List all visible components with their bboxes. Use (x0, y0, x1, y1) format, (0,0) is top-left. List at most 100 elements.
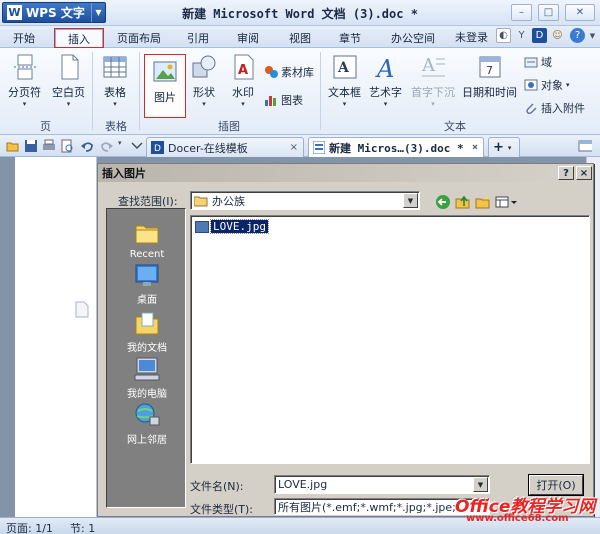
insert-attachment-label: 插入附件 (541, 102, 585, 115)
document-page[interactable] (15, 157, 97, 517)
place-my-documents[interactable]: 我的文档 (107, 309, 187, 354)
user-icon[interactable]: ◐ (496, 28, 511, 43)
app-menu-button[interactable]: W WPS 文字 ▼ (2, 2, 106, 23)
new-folder-icon (475, 195, 490, 209)
new-folder-button[interactable] (474, 193, 492, 211)
chart-label: 图表 (281, 94, 303, 107)
object-button[interactable]: 对象 ▾ (524, 77, 570, 93)
text-cursor-icon (75, 301, 89, 318)
close-button[interactable]: ✕ (565, 4, 595, 21)
table-button[interactable]: 表格 ▾ (101, 53, 129, 108)
places-bar: Recent 桌面 我的文档 我的电脑 网上邻居 (106, 208, 186, 508)
tab-label: Docer-在线模板 (168, 141, 248, 155)
recent-folder-icon (135, 225, 159, 244)
chart-button[interactable]: 图表 (264, 92, 303, 108)
dialog-help-button[interactable]: ? (558, 166, 574, 180)
word-art-button[interactable]: A 艺术字 ▾ (369, 53, 402, 108)
insert-attachment-button[interactable]: 插入附件 (524, 100, 585, 116)
help-icon[interactable]: ? (570, 28, 585, 43)
watermark-label: 水印 (232, 86, 254, 99)
list-item[interactable]: LOVE.jpg (195, 219, 269, 234)
file-name: LOVE.jpg (210, 219, 269, 234)
view-menu-button[interactable] (494, 193, 518, 211)
tab-office-space[interactable]: 办公空间 (382, 29, 444, 47)
login-status[interactable]: 未登录 (455, 29, 488, 45)
place-recent[interactable]: Recent (107, 219, 187, 260)
undo-icon[interactable] (80, 139, 94, 153)
look-in-value: 办公族 (212, 194, 245, 208)
image-file-icon (195, 220, 209, 233)
place-label: 我的文档 (127, 343, 167, 354)
svg-text:A: A (375, 55, 394, 81)
my-documents-icon (135, 312, 159, 335)
text-box-button[interactable]: A 文本框 ▾ (328, 53, 361, 108)
page-break-button[interactable]: 分页符 ▾ (8, 53, 41, 108)
document-title: 新建 Microsoft Word 文档 (3).doc * (182, 7, 418, 21)
close-tab-icon[interactable]: × (472, 142, 478, 153)
network-icon (135, 403, 160, 426)
up-folder-button[interactable] (454, 193, 472, 211)
place-label: 网上邻居 (127, 435, 167, 446)
tab-home[interactable]: 开始 (6, 29, 42, 47)
file-type-value: 所有图片(*.emf;*.wmf;*.jpg;*.jpe; (278, 500, 456, 514)
place-my-computer[interactable]: 我的电脑 (107, 355, 187, 400)
place-label: 我的电脑 (127, 389, 167, 400)
redo-icon[interactable] (100, 139, 114, 153)
chevron-down-icon[interactable]: ▼ (403, 193, 418, 208)
tab-insert[interactable]: 插入 (54, 28, 104, 48)
text-box-icon: A (331, 53, 359, 81)
look-in-select[interactable]: 办公族 ▼ (190, 191, 420, 210)
new-tab-button[interactable]: + ▾ (488, 137, 520, 157)
window-layout-icon[interactable] (578, 139, 592, 153)
print-preview-icon[interactable] (60, 139, 74, 153)
place-label: Recent (129, 249, 165, 260)
table-icon (101, 53, 129, 81)
shapes-icon (190, 53, 218, 81)
emoji-icon[interactable]: ☺ (550, 28, 565, 43)
chevron-down-icon[interactable]: ▼ (473, 477, 488, 492)
tab-current-document[interactable]: 新建 Micros…(3).doc * × (308, 137, 484, 157)
place-network[interactable]: 网上邻居 (107, 401, 187, 446)
dialog-title: 插入图片 (98, 164, 593, 182)
date-time-button[interactable]: 7 日期和时间 (462, 53, 517, 100)
tab-references[interactable]: 引用 (178, 29, 218, 47)
svg-text:7: 7 (486, 64, 493, 77)
insert-picture-button[interactable]: 图片 (144, 54, 186, 118)
minimize-button[interactable]: – (511, 4, 532, 21)
material-library-icon (265, 66, 278, 78)
word-art-label: 艺术字 (369, 86, 402, 99)
watermark-button[interactable]: A 水印 ▾ (229, 53, 257, 108)
chevron-down-icon[interactable]: ▾ (508, 144, 512, 152)
insert-picture-label: 图片 (154, 91, 176, 104)
docer-icon[interactable]: D (532, 28, 547, 43)
close-tab-icon[interactable]: × (290, 142, 298, 153)
material-library-label: 素材库 (281, 66, 314, 79)
tab-list-icon[interactable] (130, 139, 144, 153)
tab-docer-templates[interactable]: D Docer-在线模板 × (146, 137, 304, 157)
skin-icon[interactable]: Y (514, 28, 529, 43)
help-chevron-icon[interactable]: ▼ (585, 28, 600, 43)
material-library-button[interactable]: 素材库 (264, 64, 314, 80)
save-icon[interactable] (24, 139, 38, 153)
shapes-button[interactable]: 形状 ▾ (190, 53, 218, 108)
print-icon[interactable] (42, 139, 56, 153)
chevron-down-icon[interactable]: ▼ (91, 3, 105, 22)
tab-view[interactable]: 视图 (280, 29, 320, 47)
tab-section[interactable]: 章节 (330, 29, 370, 47)
insert-picture-dialog: 插入图片 ? × 查找范围(I): 办公族 ▼ Recent 桌面 我的文档 我… (97, 163, 594, 517)
docer-tab-icon: D (151, 141, 164, 154)
page-group-label: 页 (40, 120, 51, 133)
open-folder-icon[interactable] (6, 139, 20, 153)
tab-review[interactable]: 审阅 (228, 29, 268, 47)
file-list[interactable]: LOVE.jpg (190, 215, 590, 464)
back-button[interactable] (434, 193, 452, 211)
document-tab-icon (313, 141, 325, 154)
field-button[interactable]: 域 (524, 54, 552, 70)
file-type-label: 文件类型(T): (190, 503, 254, 516)
place-desktop[interactable]: 桌面 (107, 261, 187, 306)
maximize-button[interactable]: □ (538, 4, 559, 21)
blank-page-button[interactable]: 空白页 ▾ (52, 53, 85, 108)
dialog-close-button[interactable]: × (576, 166, 592, 180)
tab-page-layout[interactable]: 页面布局 (110, 29, 168, 47)
quick-access-chevron-icon[interactable]: ▾ (118, 139, 122, 147)
